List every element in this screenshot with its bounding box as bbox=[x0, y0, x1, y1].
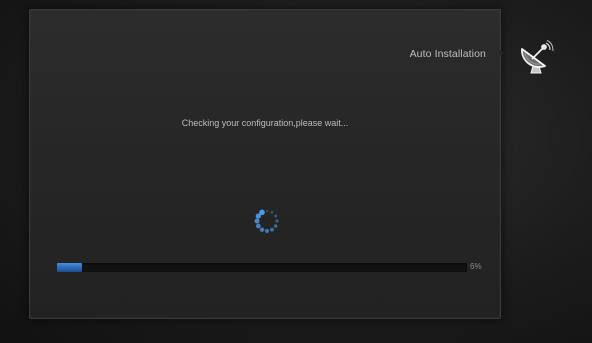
loading-spinner-icon bbox=[254, 209, 279, 234]
spinner-dot bbox=[273, 224, 278, 228]
spinner-dot bbox=[270, 210, 274, 214]
spinner-dot bbox=[254, 218, 260, 224]
spinner-dot bbox=[259, 227, 265, 232]
satellite-dish-icon bbox=[521, 40, 554, 74]
spinner-dot bbox=[270, 227, 274, 232]
spinner-dot bbox=[264, 228, 270, 234]
spinner-dot bbox=[259, 209, 265, 216]
screen: Auto Installation Checking your configur… bbox=[0, 0, 592, 343]
status-message: Checking your configuration,please wait.… bbox=[181, 118, 349, 128]
spinner-dot bbox=[255, 223, 261, 229]
progress-bar-fill bbox=[57, 263, 82, 272]
progress-percent: 6% bbox=[470, 262, 482, 271]
spinner-dot bbox=[275, 219, 279, 223]
spinner-dot bbox=[265, 209, 269, 213]
page-title: Auto Installation bbox=[409, 48, 486, 60]
spinner-dot bbox=[274, 214, 278, 218]
installation-panel: Auto Installation Checking your configur… bbox=[29, 9, 501, 319]
progress-bar bbox=[57, 263, 467, 272]
panel-notch bbox=[497, 47, 503, 59]
